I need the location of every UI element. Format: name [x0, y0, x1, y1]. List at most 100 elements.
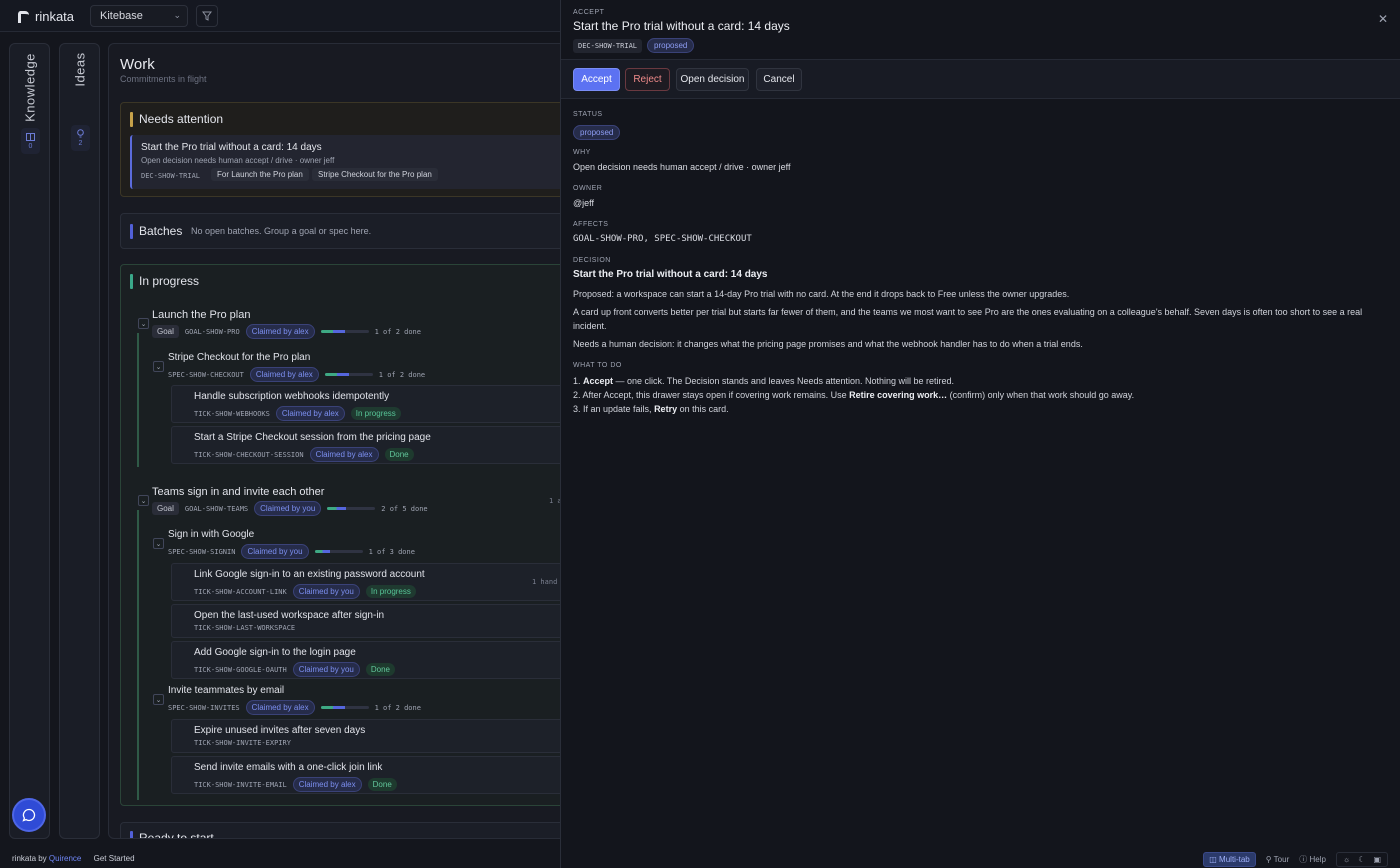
knowledge-count-badge[interactable]: 0 — [21, 128, 40, 154]
spec-code: SPEC-SHOW-CHECKOUT — [168, 370, 244, 379]
attention-goal-chip[interactable]: For Launch the Pro plan — [211, 168, 309, 181]
ticket-row[interactable]: Handle subscription webhooks idempotentl… — [171, 385, 567, 423]
progress-fill — [327, 507, 347, 510]
knowledge-rail[interactable]: Knowledge 0 — [9, 43, 50, 839]
attention-card[interactable]: Start the Pro trial without a card: 14 d… — [130, 135, 567, 189]
what-to-do-label: WHAT TO DO — [573, 362, 622, 369]
goal-code: GOAL-SHOW-PRO — [184, 327, 240, 336]
ticket-row[interactable]: Link Google sign-in to an existing passw… — [171, 563, 567, 601]
needs-attention-heading: Needs attention — [130, 112, 223, 127]
decision-label: DECISION — [573, 257, 611, 264]
decision-code-chip: DEC-SHOW-TRIAL — [573, 38, 643, 53]
ticket-row[interactable]: Send invite emails with a one-click join… — [171, 756, 567, 794]
help-button[interactable]: ⓘ Help — [1299, 854, 1326, 865]
status-label: STATUS — [573, 111, 603, 118]
workspace-select[interactable]: Kitebase ⌄ — [90, 5, 188, 27]
status-badge: In progress — [365, 585, 416, 598]
spec-meta: SPEC-SHOW-SIGNIN Claimed by you 1 of 3 d… — [168, 544, 415, 559]
status-badge: Done — [384, 448, 414, 461]
attention-card-code: DEC-SHOW-TRIAL — [141, 172, 201, 180]
ticket-title: Add Google sign-in to the login page — [194, 647, 356, 658]
sun-icon[interactable]: ☼ — [1343, 855, 1350, 864]
footer-left: rinkata by Quirence Get Started — [12, 854, 135, 863]
tour-button[interactable]: ⚲ Tour — [1266, 855, 1290, 864]
claim-badge[interactable]: Claimed by alex — [292, 777, 362, 792]
accept-button[interactable]: Accept — [573, 68, 620, 91]
knowledge-count: 0 — [28, 142, 33, 150]
todo-step-1-bold: Accept — [583, 376, 614, 386]
moon-icon[interactable]: ☾ — [1358, 855, 1365, 864]
tree-guide — [137, 510, 139, 800]
todo-step-2-bold: Retire covering work… — [849, 390, 948, 400]
claim-badge[interactable]: Claimed by you — [241, 544, 309, 559]
progress-fill — [324, 373, 349, 376]
progress-fill — [320, 330, 345, 333]
goal-meta: Goal GOAL-SHOW-TEAMS Claimed by you 2 of… — [152, 501, 428, 516]
multitab-toggle[interactable]: ◫ Multi-tab — [1203, 852, 1256, 867]
app-logo[interactable]: rinkata — [18, 9, 74, 24]
ticket-code: TICK-SHOW-WEBHOOKS — [194, 409, 270, 418]
ticket-meta: TICK-SHOW-INVITE-EMAIL Claimed by alex D… — [194, 777, 397, 792]
decision-paragraph-2: A card up front converts better per tria… — [573, 307, 1363, 331]
ticket-meta: TICK-SHOW-CHECKOUT-SESSION Claimed by al… — [194, 447, 414, 462]
status-badge: In progress — [350, 407, 401, 420]
workspace-name: Kitebase — [100, 10, 143, 22]
help-icon: ⓘ — [1299, 855, 1308, 864]
close-icon[interactable]: ✕ — [1378, 12, 1388, 26]
ticket-meta: TICK-SHOW-GOOGLE-OAUTH Claimed by you Do… — [194, 662, 395, 677]
ticket-row[interactable]: Start a Stripe Checkout session from the… — [171, 426, 567, 464]
get-started-link[interactable]: Get Started — [94, 854, 135, 863]
decision-paragraph-3: Needs a human decision: it changes what … — [573, 339, 1083, 349]
claim-badge[interactable]: Claimed by you — [292, 584, 360, 599]
ticket-row[interactable]: Add Google sign-in to the login page TIC… — [171, 641, 567, 679]
goal-meta: Goal GOAL-SHOW-PRO Claimed by alex 1 of … — [152, 324, 421, 339]
status-badge: Done — [367, 778, 397, 791]
spec-collapse-toggle[interactable]: ⌄ — [153, 694, 164, 705]
goal-code: GOAL-SHOW-TEAMS — [184, 504, 249, 513]
ideas-rail[interactable]: Ideas 2 — [59, 43, 100, 839]
claim-badge[interactable]: Claimed by alex — [245, 324, 315, 339]
progress-bar — [327, 507, 376, 510]
claim-badge[interactable]: Claimed by alex — [309, 447, 379, 462]
progress-fill — [320, 706, 345, 709]
ticket-title: Handle subscription webhooks idempotentl… — [194, 391, 390, 402]
footer-brand-link[interactable]: Quirence — [49, 854, 81, 863]
open-decision-button[interactable]: Open decision — [676, 68, 749, 91]
todo-step-3-pre: 3. If an update fails, — [573, 404, 655, 414]
ticket-row[interactable]: Open the last-used workspace after sign-… — [171, 604, 567, 638]
top-bar: rinkata Kitebase ⌄ — [0, 0, 560, 32]
batches-heading: Batches — [130, 224, 182, 239]
ticket-code: TICK-SHOW-LAST-WORKSPACE — [194, 624, 296, 632]
logo-mark-icon — [18, 10, 29, 23]
owner-value: @jeff — [573, 198, 594, 208]
spec-collapse-toggle[interactable]: ⌄ — [153, 538, 164, 549]
spec-collapse-toggle[interactable]: ⌄ — [153, 361, 164, 372]
claim-badge[interactable]: Claimed by alex — [245, 700, 315, 715]
app-name: rinkata — [35, 9, 75, 24]
goal-collapse-toggle[interactable]: ⌄ — [138, 495, 149, 506]
todo-step-1-post: — one click. The Decision stands and lea… — [613, 376, 955, 386]
ideas-count-badge[interactable]: 2 — [71, 125, 90, 151]
ticket-title: Start a Stripe Checkout session from the… — [194, 432, 431, 443]
help-label: Help — [1309, 855, 1326, 864]
attention-spec-chip[interactable]: Stripe Checkout for the Pro plan — [312, 168, 438, 181]
filter-icon — [202, 11, 212, 21]
cancel-button[interactable]: Cancel — [756, 68, 802, 91]
monitor-icon[interactable]: ▣ — [1373, 855, 1381, 864]
claim-badge[interactable]: Claimed by you — [254, 501, 322, 516]
claim-badge[interactable]: Claimed by alex — [275, 406, 345, 421]
claim-badge[interactable]: Claimed by you — [292, 662, 360, 677]
ticket-row[interactable]: Expire unused invites after seven days T… — [171, 719, 567, 753]
status-badge: Done — [365, 663, 395, 676]
progress-fill — [314, 550, 331, 553]
reject-button[interactable]: Reject — [625, 68, 670, 91]
chat-button[interactable] — [12, 798, 46, 832]
work-panel: Work Commitments in flight Needs attenti… — [108, 43, 568, 839]
claim-badge[interactable]: Claimed by alex — [249, 367, 319, 382]
why-label: WHY — [573, 149, 591, 156]
drawer-kicker: ACCEPT — [573, 9, 605, 16]
filter-button[interactable] — [196, 5, 218, 27]
in-progress-heading: In progress — [130, 274, 199, 289]
ticket-code: TICK-SHOW-ACCOUNT-LINK — [194, 587, 287, 596]
goal-collapse-toggle[interactable]: ⌄ — [138, 318, 149, 329]
